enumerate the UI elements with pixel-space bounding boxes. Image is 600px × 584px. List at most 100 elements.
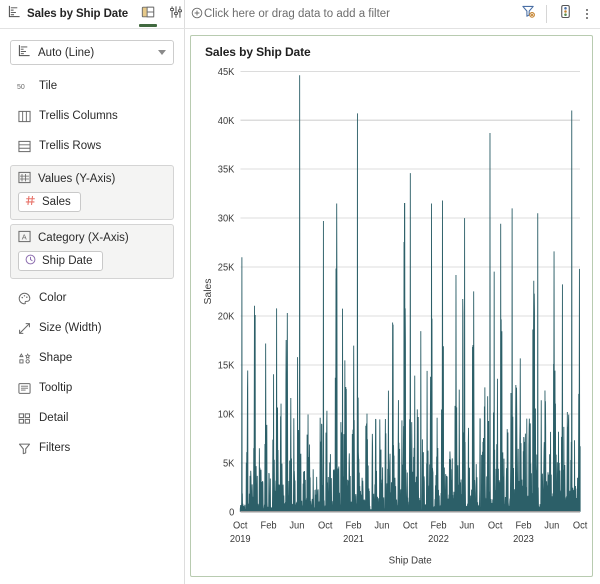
clock-icon	[25, 254, 36, 268]
sidebar-item-trellis-rows[interactable]: Trellis Rows	[0, 131, 184, 161]
shelf-values-y-axis[interactable]: Values (Y-Axis) Sales	[10, 165, 174, 220]
svg-text:Oct: Oct	[573, 520, 588, 531]
pill-sales[interactable]: Sales	[18, 192, 81, 212]
line-chart-icon	[8, 5, 21, 23]
svg-text:Oct: Oct	[488, 520, 503, 531]
mark-type-dropdown[interactable]: Auto (Line)	[10, 40, 174, 65]
svg-text:35K: 35K	[218, 164, 235, 175]
svg-text:2023: 2023	[513, 534, 534, 545]
shelf-header: Values (Y-Axis)	[18, 171, 166, 187]
pill-ship-date[interactable]: Ship Date	[18, 251, 103, 271]
marks-sidebar: Auto (Line) 50 Tile Trellis Columns Trel…	[0, 29, 185, 584]
resize-arrow-icon	[17, 322, 31, 335]
shape-icon	[17, 352, 31, 365]
trellis-rows-icon	[17, 140, 31, 153]
chevron-down-icon	[158, 50, 166, 55]
chart-plot-area[interactable]: 0 5K 10K 15K 20K 25K 30K 35K 40K 45K Sales Oct 2019 F…	[199, 63, 588, 572]
funnel-icon	[17, 442, 31, 455]
svg-text:Feb: Feb	[346, 520, 362, 531]
svg-text:30K: 30K	[218, 213, 235, 224]
add-filter-prompt[interactable]: Click here or drag data to add a filter	[191, 7, 390, 22]
palette-icon	[17, 292, 31, 305]
svg-text:40K: 40K	[218, 116, 235, 127]
category-a-icon: A	[18, 230, 31, 246]
plus-circle-icon	[191, 7, 203, 22]
svg-text:Feb: Feb	[430, 520, 446, 531]
svg-text:Oct: Oct	[318, 520, 333, 531]
sidebar-item-label: Size (Width)	[39, 322, 102, 334]
svg-text:Oct: Oct	[233, 520, 248, 531]
more-menu-button[interactable]	[580, 4, 594, 24]
svg-text:Ship Date: Ship Date	[389, 555, 432, 566]
chart-container: Sales by Ship Date 0 5K 10K 15K 20K 25K 30K 35K…	[185, 29, 600, 584]
toolbar-divider	[546, 5, 547, 23]
svg-text:2021: 2021	[343, 534, 364, 545]
sidebar-item-label: Trellis Columns	[39, 110, 118, 122]
svg-text:A: A	[22, 232, 27, 241]
pill-label: Ship Date	[42, 255, 93, 267]
sidebar-item-label: Trellis Rows	[39, 140, 102, 152]
shelf-label: Values (Y-Axis)	[38, 173, 116, 185]
svg-text:Sales: Sales	[203, 279, 214, 305]
chart-title: Sales by Ship Date	[205, 45, 311, 59]
shelf-label: Category (X-Axis)	[38, 232, 129, 244]
viz-header: Sales by Ship Date	[0, 0, 185, 28]
panel-layout-icon	[141, 5, 155, 24]
filter-clear-icon	[521, 4, 536, 24]
svg-text:Jun: Jun	[544, 520, 559, 531]
tab-layout[interactable]	[134, 0, 162, 28]
sliders-icon	[169, 5, 183, 24]
svg-text:Jun: Jun	[289, 520, 304, 531]
sidebar-item-tile[interactable]: 50 Tile	[0, 71, 184, 101]
top-toolbar: Sales by Ship Date Click here or drag da…	[0, 0, 600, 29]
marks-settings-button[interactable]	[554, 3, 576, 25]
detail-grid-icon	[17, 412, 31, 425]
svg-text:20K: 20K	[218, 311, 235, 322]
svg-text:Feb: Feb	[261, 520, 277, 531]
trellis-columns-icon	[17, 110, 31, 123]
filter-toolbar: Click here or drag data to add a filter	[185, 0, 600, 28]
shelf-category-x-axis[interactable]: A Category (X-Axis) Ship Date	[10, 224, 174, 279]
svg-text:15K: 15K	[218, 360, 235, 371]
sidebar-item-detail[interactable]: Detail	[0, 403, 184, 433]
svg-text:25K: 25K	[218, 262, 235, 273]
sidebar-item-size-width[interactable]: Size (Width)	[0, 313, 184, 343]
kebab-dot	[586, 17, 588, 19]
sidebar-item-label: Tile	[39, 80, 58, 92]
values-grid-icon	[18, 171, 31, 187]
pill-label: Sales	[42, 196, 71, 208]
svg-text:5K: 5K	[223, 458, 235, 469]
marks-settings-icon	[558, 4, 573, 24]
svg-text:50: 50	[17, 84, 25, 91]
sidebar-item-label: Tooltip	[39, 382, 73, 394]
page-title: Sales by Ship Date	[27, 8, 129, 20]
sidebar-item-label: Color	[39, 292, 67, 304]
tab-settings[interactable]	[162, 0, 190, 28]
sidebar-item-filters[interactable]: Filters	[0, 433, 184, 463]
svg-text:2019: 2019	[230, 534, 251, 545]
svg-text:2022: 2022	[428, 534, 449, 545]
sidebar-item-color[interactable]: Color	[0, 283, 184, 313]
kebab-menu-icon	[586, 9, 588, 11]
shelf-header: A Category (X-Axis)	[18, 230, 166, 246]
view-tabs	[134, 0, 190, 28]
sales-line-chart[interactable]: 0 5K 10K 15K 20K 25K 30K 35K 40K 45K Sales Oct 2019 F…	[199, 63, 588, 572]
add-filter-label: Click here or drag data to add a filter	[204, 8, 391, 20]
sidebar-item-shape[interactable]: Shape	[0, 343, 184, 373]
svg-text:0: 0	[229, 507, 234, 518]
sidebar-item-trellis-columns[interactable]: Trellis Columns	[0, 101, 184, 131]
chart-panel[interactable]: Sales by Ship Date 0 5K 10K 15K 20K 25K 30K 35K…	[190, 35, 593, 577]
tile-50-icon: 50	[17, 80, 31, 92]
mark-type-label: Auto (Line)	[38, 46, 95, 59]
svg-text:Oct: Oct	[403, 520, 418, 531]
hash-icon	[25, 195, 36, 209]
sidebar-item-label: Detail	[39, 412, 69, 424]
line-chart-icon	[18, 44, 31, 62]
svg-text:Feb: Feb	[515, 520, 531, 531]
clear-filters-button[interactable]	[517, 3, 539, 25]
sidebar-item-tooltip[interactable]: Tooltip	[0, 373, 184, 403]
sidebar-item-label: Shape	[39, 352, 73, 364]
dashboard-root: Sales by Ship Date Click here or drag da…	[0, 0, 600, 584]
svg-text:10K: 10K	[218, 409, 235, 420]
main-body: Auto (Line) 50 Tile Trellis Columns Trel…	[0, 29, 600, 584]
